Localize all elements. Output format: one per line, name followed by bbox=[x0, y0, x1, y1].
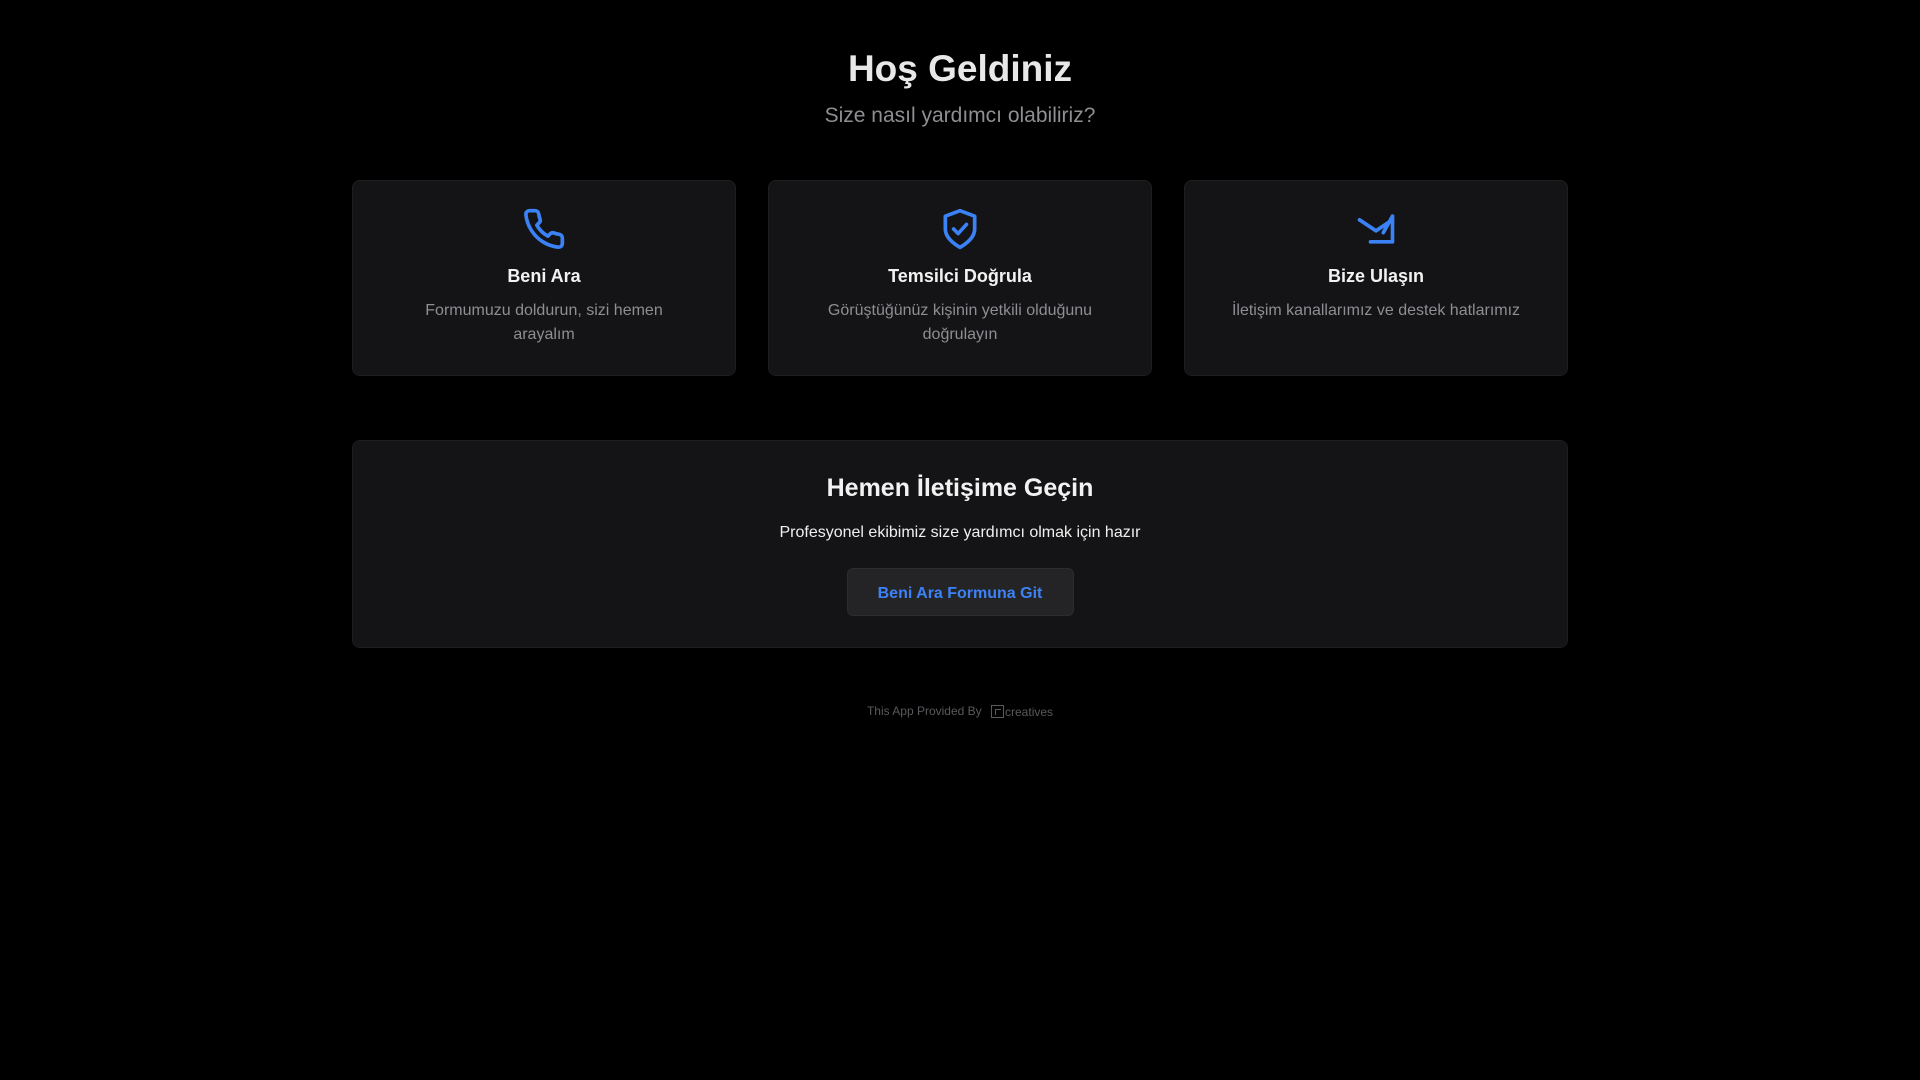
card-description: Görüştüğünüz kişinin yetkili olduğunu do… bbox=[827, 302, 1093, 343]
phone-icon bbox=[524, 208, 565, 250]
option-cards: Beni Ara Formumuzu doldurun, sizi hemen … bbox=[352, 180, 1568, 376]
card-contact-us[interactable]: Bize Ulaşın İletişim kanallarımız ve des… bbox=[1184, 180, 1568, 376]
footer-brand-logo[interactable]: creatives bbox=[991, 703, 1053, 721]
go-to-call-form-button[interactable]: Beni Ara Formuna Git bbox=[846, 568, 1074, 616]
footer-provided-by: This App Provided By bbox=[866, 704, 982, 718]
footer-brand-name: creatives bbox=[1005, 704, 1054, 719]
cta-description: Profesyonel ekibimiz size yardımcı olmak… bbox=[779, 524, 1141, 541]
hero-section: Hoş Geldiniz Size nasıl yardımcı olabili… bbox=[0, 0, 1920, 129]
page: Hoş Geldiniz Size nasıl yardımcı olabili… bbox=[0, 0, 1920, 1080]
card-title: Temsilci Doğrula bbox=[888, 266, 1032, 286]
send-icon bbox=[1357, 214, 1395, 244]
page-subtitle: Size nasıl yardımcı olabiliriz? bbox=[824, 104, 1096, 127]
card-call-me[interactable]: Beni Ara Formumuzu doldurun, sizi hemen … bbox=[352, 180, 736, 376]
card-title: Beni Ara bbox=[507, 266, 581, 286]
footer: This App Provided By creatives bbox=[0, 702, 1920, 721]
cta-title: Hemen İletişime Geçin bbox=[826, 474, 1094, 502]
card-description: İletişim kanallarımız ve destek hatlarım… bbox=[1231, 302, 1521, 319]
brand-mark-icon bbox=[991, 705, 1005, 719]
contact-cta-panel: Hemen İletişime Geçin Profesyonel ekibim… bbox=[352, 440, 1568, 648]
shield-check-icon bbox=[943, 208, 977, 250]
card-title: Bize Ulaşın bbox=[1327, 266, 1425, 286]
card-description: Formumuzu doldurun, sizi hemen arayalım bbox=[425, 302, 663, 343]
page-title: Hoş Geldiniz bbox=[847, 48, 1073, 89]
card-verify-representative[interactable]: Temsilci Doğrula Görüştüğünüz kişinin ye… bbox=[768, 180, 1152, 376]
